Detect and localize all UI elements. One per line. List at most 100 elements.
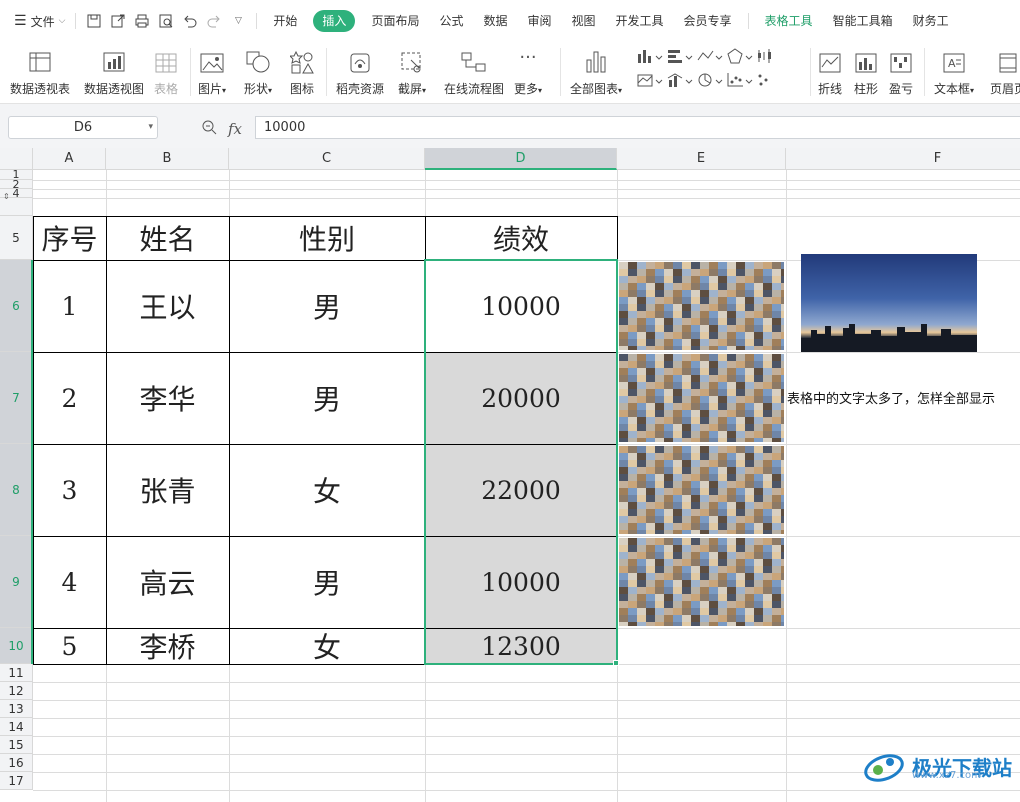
column-header-F[interactable]: F [786,148,1020,170]
pivot-chart-button[interactable]: 数据透视图 [84,46,144,97]
tab-6[interactable]: 视图 [562,10,606,32]
column-header-B[interactable]: B [106,148,229,170]
pie-chart-icon[interactable] [696,72,726,92]
tab-5[interactable]: 审阅 [517,10,561,32]
table-cell-r1-c1[interactable]: 王以 [106,260,229,352]
tab-3[interactable]: 公式 [429,10,473,32]
table-cell-r5-c1[interactable]: 李桥 [106,628,229,664]
column-header-E[interactable]: E [617,148,786,170]
name-box[interactable]: D6 ▾ [8,116,158,139]
tab-8[interactable]: 会员专享 [674,10,742,32]
dot-chart-icon[interactable] [756,72,776,92]
header-cell-0[interactable]: 序号 [33,216,106,260]
print-preview-icon[interactable] [156,11,176,31]
icon-library-button[interactable]: 图标 [290,46,314,97]
table-cell-r2-c1[interactable]: 李华 [106,352,229,444]
row-header-17[interactable]: 17 [0,772,33,790]
print-icon[interactable] [132,11,152,31]
row-header-11[interactable]: 11 [0,664,33,682]
flowchart-button[interactable]: 在线流程图 [444,46,504,97]
bar-chart-icon[interactable] [666,48,696,68]
tab-10[interactable]: 智能工具箱 [823,10,903,32]
fill-handle[interactable] [613,660,619,666]
building-image-1[interactable] [619,262,784,350]
row-header-12[interactable]: 12 [0,682,33,700]
row-header-7[interactable]: 7 [0,352,33,444]
building-image-2[interactable] [619,354,784,442]
row-header-8[interactable]: 8 [0,444,33,536]
table-cell-r1-c0[interactable]: 1 [33,260,106,352]
redo-icon[interactable] [204,11,224,31]
table-cell-r1-c2[interactable]: 男 [229,260,425,352]
header-footer-button[interactable]: 页眉页 [990,46,1020,97]
row-header-13[interactable]: 13 [0,700,33,718]
row-header-5[interactable]: 5 [0,216,33,260]
outline-collapse-icon[interactable]: ⇕ [3,192,10,201]
tab-0[interactable]: 开始 [263,10,307,32]
export-icon[interactable] [108,11,128,31]
table-button[interactable]: 表格 [154,46,178,97]
tab-9[interactable]: 表格工具 [755,10,823,32]
table-cell-r2-c0[interactable]: 2 [33,352,106,444]
column-chart-icon[interactable] [636,48,666,68]
pivot-table-button[interactable]: 数据透视表 [10,46,70,97]
tab-11[interactable]: 财务工 [903,10,959,32]
worksheet-grid[interactable]: A B C D E F 1 2 4 5 6 7 8 9 10 11 12 13 14 15 16 17 序号 姓名 性别 绩效 1 王… [0,148,1020,802]
table-cell-r4-c0[interactable]: 4 [33,536,106,628]
table-cell-r5-c2[interactable]: 女 [229,628,425,664]
logo-mark-icon [864,754,904,782]
stock-chart-icon[interactable] [756,48,786,68]
row-header-6[interactable]: 6 [0,260,33,352]
fx-icon[interactable]: fx [228,120,242,138]
row-header-16[interactable]: 16 [0,754,33,772]
table-cell-r4-c2[interactable]: 男 [229,536,425,628]
tab-1[interactable]: 插入 [313,10,356,32]
zoom-icon[interactable] [200,118,218,140]
tab-7[interactable]: 开发工具 [606,10,674,32]
header-cell-3[interactable]: 绩效 [425,216,617,260]
file-menu[interactable]: ☰ 文件 ⌵ [14,8,65,34]
skyline-image[interactable] [801,254,977,352]
table-cell-r3-c0[interactable]: 3 [33,444,106,536]
table-cell-r2-c2[interactable]: 男 [229,352,425,444]
area-chart-icon[interactable] [636,72,666,92]
save-icon[interactable] [84,11,104,31]
daoke-resource-button[interactable]: 稻壳资源 [336,46,384,97]
line-chart-icon[interactable] [696,48,726,68]
header-cell-2[interactable]: 性别 [229,216,425,260]
sparkline-winloss-button[interactable]: 盈亏 [889,46,913,97]
sparkline-column-button[interactable]: 柱形 [854,46,878,97]
formula-input[interactable]: 10000 [255,116,1020,139]
table-cell-r3-c1[interactable]: 张青 [106,444,229,536]
header-cell-1[interactable]: 姓名 [106,216,229,260]
row-header-15[interactable]: 15 [0,736,33,754]
column-header-A[interactable]: A [33,148,106,170]
select-all-corner[interactable] [0,148,33,170]
row-header-9[interactable]: 9 [0,536,33,628]
picture-button[interactable]: 图片▾ [198,46,226,97]
sparkline-line-button[interactable]: 折线 [818,46,842,97]
building-image-3[interactable] [619,446,784,534]
radar-chart-icon[interactable] [726,48,756,68]
row-header-10[interactable]: 10 [0,628,33,664]
combo-chart-icon[interactable] [666,72,696,92]
column-header-C[interactable]: C [229,148,425,170]
table-cell-r3-c2[interactable]: 女 [229,444,425,536]
quick-access-dropdown-icon[interactable]: ▽ [228,11,248,31]
column-header-D[interactable]: D [425,148,617,170]
formula-bar: D6 ▾ fx 10000 [0,104,1020,148]
shape-button[interactable]: 形状▾ [244,46,272,97]
building-image-4[interactable] [619,538,784,626]
tab-2[interactable]: 页面布局 [361,10,429,32]
all-charts-button[interactable]: 全部图表▾ [570,46,622,97]
tab-4[interactable]: 数据 [473,10,517,32]
row-header-14[interactable]: 14 [0,718,33,736]
table-cell-r4-c1[interactable]: 高云 [106,536,229,628]
more-button[interactable]: ··· 更多▾ [514,46,542,97]
f7-note-text[interactable]: 表格中的文字太多了，怎样全部显示 [787,388,1020,408]
textbox-button[interactable]: A 文本框▾ [934,46,974,97]
table-cell-r5-c0[interactable]: 5 [33,628,106,664]
undo-icon[interactable] [180,11,200,31]
scatter-chart-icon[interactable] [726,72,756,92]
screenshot-button[interactable]: 截屏▾ [398,46,426,97]
